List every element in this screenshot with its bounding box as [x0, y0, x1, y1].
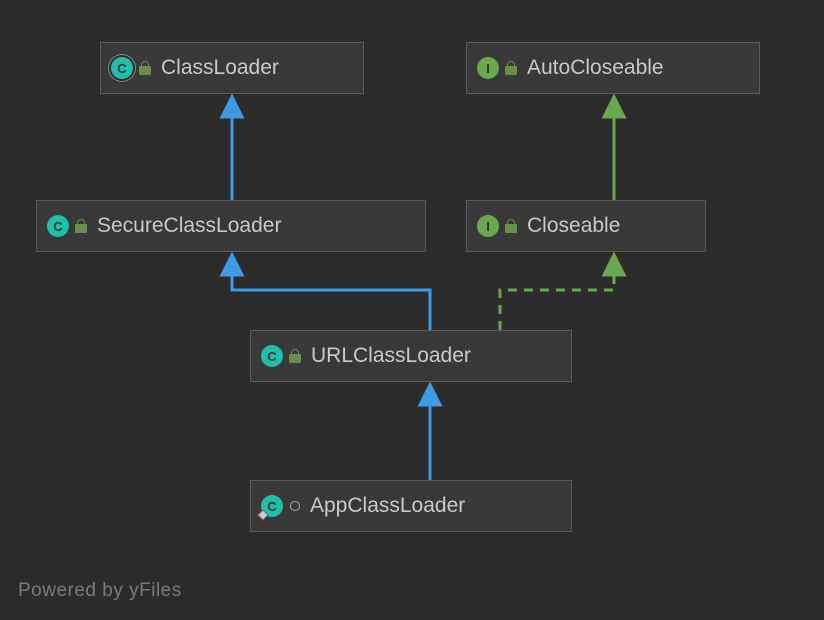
node-label: SecureClassLoader [97, 214, 281, 238]
class-icon [261, 345, 283, 367]
edge-extends [232, 264, 430, 330]
lock-icon [289, 349, 301, 363]
node-urlclassloader[interactable]: URLClassLoader [250, 330, 572, 382]
node-secureclassloader[interactable]: SecureClassLoader [36, 200, 426, 252]
node-appclassloader[interactable]: AppClassLoader [250, 480, 572, 532]
interface-icon [477, 57, 499, 79]
node-label: URLClassLoader [311, 344, 471, 368]
node-label: AutoCloseable [527, 56, 664, 80]
interface-icon [477, 215, 499, 237]
lock-icon [505, 219, 517, 233]
lock-icon [75, 219, 87, 233]
edge-implements [500, 264, 614, 330]
node-label: AppClassLoader [310, 494, 465, 518]
visibility-icon [290, 501, 300, 511]
node-classloader[interactable]: ClassLoader [100, 42, 364, 94]
node-closeable[interactable]: Closeable [466, 200, 706, 252]
lock-icon [505, 61, 517, 75]
node-label: ClassLoader [161, 56, 279, 80]
node-label: Closeable [527, 214, 620, 238]
class-icon [261, 495, 283, 517]
powered-by-label: Powered by yFiles [18, 580, 182, 602]
class-icon [111, 57, 133, 79]
node-autocloseable[interactable]: AutoCloseable [466, 42, 760, 94]
lock-icon [139, 61, 151, 75]
class-icon [47, 215, 69, 237]
